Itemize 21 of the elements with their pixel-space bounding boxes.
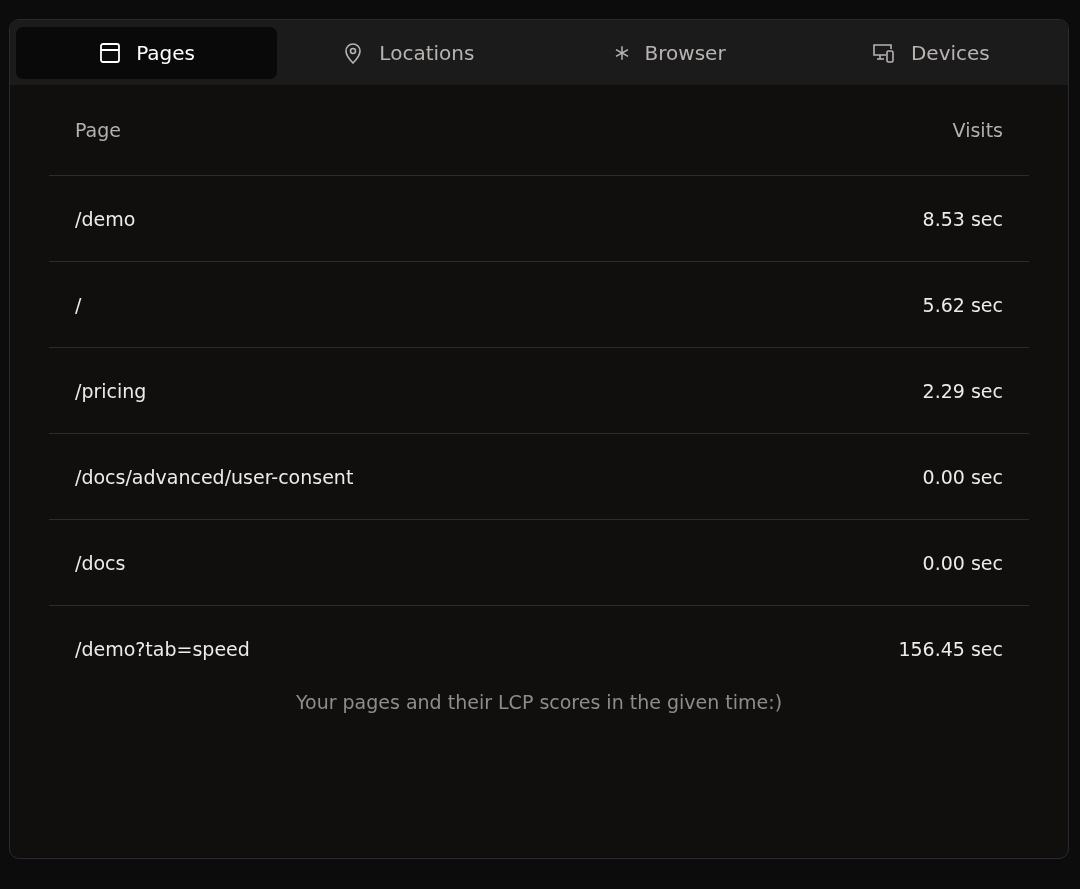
page-path: /demo [75,207,136,230]
tab[interactable]: Browser [538,27,800,79]
page-path: /docs/advanced/user-consent [75,465,354,488]
lcp-value: 8.53 sec [922,207,1003,230]
page-path: / [75,293,82,316]
devices-icon [870,41,897,65]
lcp-value: 2.29 sec [922,379,1003,402]
lcp-value: 0.00 sec [922,465,1003,488]
page-path: /docs [75,551,126,574]
page-path: /demo?tab=speed [75,637,250,660]
tab[interactable]: Pages [16,27,278,79]
lcp-value: 156.45 sec [898,637,1003,660]
window-icon [98,41,123,65]
column-header: Page [75,119,121,141]
page-path: /pricing [75,379,147,402]
tab[interactable]: Locations [277,27,539,79]
lcp-value: 5.62 sec [922,293,1003,316]
footer-note: Your pages and their LCP scores in the given time:) [294,691,784,713]
column-header: Visits [952,119,1003,141]
tab[interactable]: Devices [799,27,1061,79]
lcp-value: 0.00 sec [922,551,1003,574]
